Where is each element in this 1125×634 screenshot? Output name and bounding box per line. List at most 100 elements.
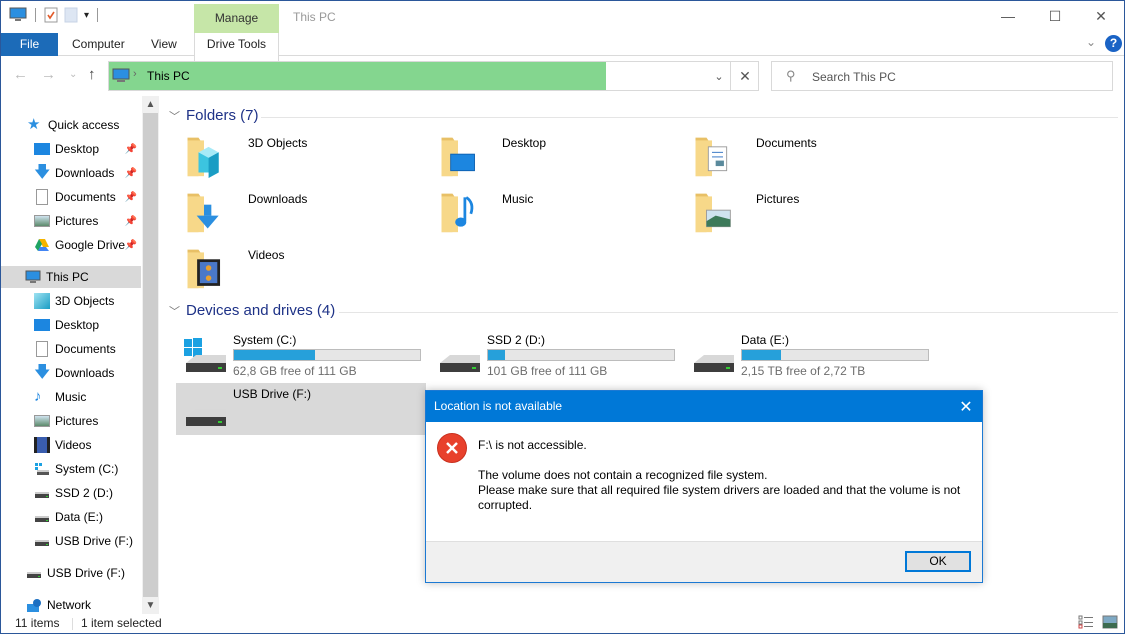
recent-locations-button[interactable]: ⌄ — [69, 69, 77, 80]
dialog-body-line1: The volume does not contain a recognized… — [478, 468, 768, 482]
nav-label: Network — [47, 598, 92, 612]
scroll-down-icon[interactable]: ▼ — [142, 597, 159, 614]
nav-label: Desktop — [55, 318, 100, 332]
ok-button[interactable]: OK — [905, 551, 971, 572]
folder-name: Pictures — [756, 192, 800, 206]
nav-label: Quick access — [48, 118, 120, 132]
manage-contextual-tab[interactable]: Manage — [194, 4, 279, 33]
pin-icon[interactable]: 📌 — [125, 216, 137, 227]
minimize-icon: — — [1001, 8, 1015, 24]
nav-documents-pinned[interactable]: Documents 📌 — [1, 186, 141, 208]
nav-documents[interactable]: Documents — [1, 338, 141, 360]
back-button[interactable]: ← — [13, 66, 28, 83]
drive-free-space: 101 GB free of 111 GB — [487, 364, 608, 378]
nav-desktop[interactable]: Desktop — [1, 314, 141, 336]
large-icons-view-icon[interactable] — [1102, 615, 1118, 629]
drive-icon — [440, 355, 480, 372]
breadcrumb-chevron-icon[interactable]: › — [133, 68, 137, 80]
collapse-chevron-icon[interactable]: ﹀ — [169, 108, 180, 124]
nav-usb-drive-f[interactable]: USB Drive (F:) — [1, 530, 141, 552]
nav-network[interactable]: Network — [1, 594, 141, 616]
drive-item[interactable]: System (C:) 62,8 GB free of 111 GB — [176, 329, 426, 381]
drive-free-space: 62,8 GB free of 111 GB — [233, 364, 357, 378]
nav-usb-drive-f-root[interactable]: USB Drive (F:) — [1, 562, 141, 584]
folder-item[interactable]: Videos — [176, 246, 426, 296]
folder-item[interactable]: Pictures — [684, 190, 934, 240]
folders-group-header[interactable]: ﹀ Folders (7) — [169, 107, 259, 124]
drive-item[interactable]: Data (E:) 2,15 TB free of 2,72 TB — [684, 329, 934, 381]
search-box[interactable]: ⚲ Search This PC — [771, 61, 1113, 91]
folder-item[interactable]: Documents — [684, 134, 934, 184]
nav-3d-objects[interactable]: 3D Objects — [1, 290, 141, 312]
pin-icon[interactable]: 📌 — [125, 240, 137, 251]
nav-videos[interactable]: Videos — [1, 434, 141, 456]
close-button[interactable]: ✕ — [1078, 1, 1124, 31]
nav-ssd2-d[interactable]: SSD 2 (D:) — [1, 482, 141, 504]
documents-icon — [36, 189, 48, 205]
nav-label: Documents — [55, 342, 116, 356]
nav-pictures[interactable]: Pictures — [1, 410, 141, 432]
nav-downloads[interactable]: 🡇 Downloads — [1, 362, 141, 384]
folder-item[interactable]: 3D Objects — [176, 134, 426, 184]
drive-name: Data (E:) — [741, 333, 790, 347]
pin-icon[interactable]: 📌 — [125, 192, 137, 203]
folder-name: Videos — [248, 248, 285, 262]
collapse-chevron-icon[interactable]: ﹀ — [169, 303, 180, 319]
nav-system-c[interactable]: System (C:) — [1, 458, 141, 480]
drives-group-header[interactable]: ﹀ Devices and drives (4) — [169, 302, 335, 319]
nav-data-e[interactable]: Data (E:) — [1, 506, 141, 528]
nav-downloads-pinned[interactable]: 🡇 Downloads 📌 — [1, 162, 141, 184]
new-folder-icon[interactable] — [64, 7, 78, 23]
pin-icon[interactable]: 📌 — [125, 144, 137, 155]
nav-pictures-pinned[interactable]: Pictures 📌 — [1, 210, 141, 232]
drive-item[interactable]: SSD 2 (D:) 101 GB free of 111 GB — [430, 329, 680, 381]
drive-usage-fill — [742, 350, 782, 360]
drive-free-space: 2,15 TB free of 2,72 TB — [741, 364, 866, 378]
folder-item[interactable]: Music — [430, 190, 680, 240]
drive-icon — [186, 409, 226, 426]
scroll-thumb[interactable] — [143, 113, 158, 597]
nav-google-drive-pinned[interactable]: Google Drive 📌 — [1, 234, 141, 256]
nav-label: Data (E:) — [55, 510, 104, 524]
nav-this-pc[interactable]: This PC — [1, 266, 141, 288]
customize-dropdown-icon[interactable]: ▾ — [84, 10, 89, 21]
minimize-button[interactable]: — — [985, 1, 1031, 31]
nav-music[interactable]: ♪ Music — [1, 386, 141, 408]
dialog-headline: F:\ is not accessible. — [478, 438, 587, 452]
folder-item[interactable]: Desktop — [430, 134, 680, 184]
scroll-up-icon[interactable]: ▲ — [142, 96, 159, 113]
desktop-icon — [34, 319, 50, 331]
tab-file[interactable]: File — [1, 33, 58, 56]
address-bar[interactable]: › This PC ⌄ ✕ — [108, 61, 759, 91]
folder-item[interactable]: Downloads — [176, 190, 426, 240]
details-view-icon[interactable] — [1078, 615, 1094, 629]
nav-quick-access[interactable]: ★ Quick access — [1, 114, 141, 136]
up-button[interactable]: ↑ — [88, 66, 96, 83]
tab-computer[interactable]: Computer — [62, 33, 135, 56]
pin-icon[interactable]: 📌 — [125, 168, 137, 179]
nav-pane-scrollbar[interactable]: ▲ ▼ — [142, 96, 159, 614]
nav-label: USB Drive (F:) — [47, 566, 125, 580]
help-icon[interactable]: ? — [1105, 35, 1122, 52]
breadcrumb-this-pc[interactable]: This PC — [147, 69, 190, 83]
ribbon-expand-icon[interactable]: ⌄ — [1086, 35, 1096, 49]
nav-label: Music — [55, 390, 87, 404]
computer-icon[interactable] — [9, 7, 27, 23]
address-clear-icon[interactable]: ✕ — [730, 62, 759, 90]
forward-button[interactable]: → — [41, 66, 56, 83]
drive-name: System (C:) — [233, 333, 297, 347]
music-icon: ♪ — [34, 388, 42, 405]
search-input[interactable]: Search This PC — [812, 70, 896, 84]
dialog-close-button[interactable]: ✕ — [950, 391, 982, 422]
drive-icon — [35, 516, 49, 522]
drive-item[interactable]: USB Drive (F:) — [176, 383, 426, 435]
close-icon: ✕ — [1095, 7, 1107, 24]
maximize-button[interactable]: ☐ — [1032, 1, 1078, 31]
computer-icon — [112, 68, 130, 82]
nav-desktop-pinned[interactable]: Desktop 📌 — [1, 138, 141, 160]
tab-view[interactable]: View — [141, 33, 187, 56]
drive-usage-bar — [487, 349, 675, 361]
drive-icon — [27, 572, 41, 578]
window-title: This PC — [293, 10, 336, 24]
properties-icon[interactable] — [44, 7, 58, 23]
